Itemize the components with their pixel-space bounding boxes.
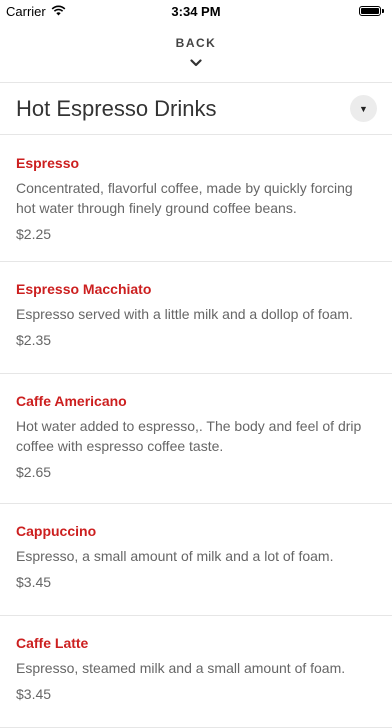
back-button[interactable]: BACK [0, 36, 392, 72]
item-name: Espresso Macchiato [16, 281, 152, 297]
menu-item-caffe-latte[interactable]: Caffe Latte Espresso, steamed milk and a… [0, 616, 392, 728]
item-description: Hot water added to espresso,. The body a… [16, 418, 362, 454]
category-dropdown-button[interactable]: ▼ [350, 95, 377, 122]
chevron-down-icon [190, 54, 202, 72]
caret-down-icon: ▼ [359, 103, 368, 114]
status-time: 3:34 PM [171, 3, 221, 19]
section-header: Hot Espresso Drinks ▼ [0, 83, 392, 135]
item-price: $2.25 [16, 226, 52, 242]
item-name: Caffe Americano [16, 393, 127, 409]
status-bar: Carrier 3:34 PM [0, 0, 392, 22]
item-price: $3.45 [16, 574, 52, 590]
menu-item-list: Espresso Concentrated, flavorful coffee,… [0, 136, 392, 728]
item-price: $2.35 [16, 332, 52, 348]
menu-item-espresso-macchiato[interactable]: Espresso Macchiato Espresso served with … [0, 262, 392, 374]
menu-item-caffe-americano[interactable]: Caffe Americano Hot water added to espre… [0, 374, 392, 504]
item-description: Espresso served with a little milk and a… [16, 306, 353, 322]
back-label: BACK [175, 36, 217, 50]
item-description: Concentrated, flavorful coffee, made by … [16, 180, 353, 216]
item-price: $2.65 [16, 464, 52, 480]
item-price: $3.45 [16, 686, 52, 702]
menu-item-cappuccino[interactable]: Cappuccino Espresso, a small amount of m… [0, 504, 392, 616]
section-title: Hot Espresso Drinks [16, 95, 217, 121]
item-name: Cappuccino [16, 523, 97, 539]
item-name: Espresso [16, 155, 80, 171]
menu-item-espresso[interactable]: Espresso Concentrated, flavorful coffee,… [0, 136, 392, 262]
item-description: Espresso, a small amount of milk and a l… [16, 548, 334, 564]
item-description: Espresso, steamed milk and a small amoun… [16, 660, 346, 676]
item-name: Caffe Latte [16, 635, 89, 651]
